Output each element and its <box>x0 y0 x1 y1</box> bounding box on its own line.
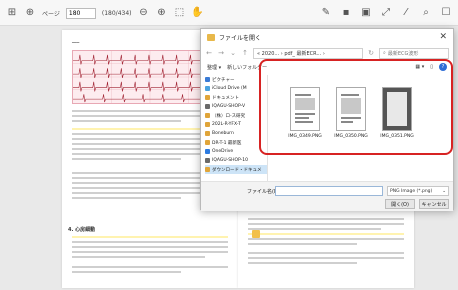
zoom-out-icon[interactable]: ⊖ <box>138 7 150 19</box>
back-icon[interactable]: ← <box>205 49 213 57</box>
nav-item-2[interactable]: ドキュメント <box>205 93 267 102</box>
right-text-block-1 <box>248 218 404 248</box>
dialog-title-bar: ファイルを開く <box>201 29 453 45</box>
organize-menu[interactable]: 整理 ▾ <box>207 64 221 71</box>
target-icon[interactable]: ⊕ <box>24 7 36 19</box>
search-box[interactable]: ⌕ 最新ECG波形 <box>379 47 449 59</box>
onedrive-icon <box>205 149 210 154</box>
close-icon[interactable]: ✕ <box>439 32 447 42</box>
fit-page-icon[interactable]: ⬚ <box>174 7 186 19</box>
toolbar-right: ✎ ▪ ▣ ⤢ ⁄ ⌕ ☐ <box>320 7 452 19</box>
nav-item-0[interactable]: ピクチャー <box>205 75 267 84</box>
page-label: ページ <box>42 10 60 18</box>
filetype-select[interactable]: PNG Image (*.png) ⌄ <box>387 186 449 196</box>
folder-icon <box>205 122 210 127</box>
nav-item-4[interactable]: （株）ロ-ス研究 <box>205 111 267 120</box>
page-number-input[interactable] <box>65 7 96 19</box>
forward-icon[interactable]: → <box>217 49 225 57</box>
expand-icon[interactable]: ⤢ <box>380 7 392 19</box>
file-open-dialog: ファイルを開く ✕ ← → ⌄ ↑ « 2020... › pdf_ 最新ECR… <box>200 28 454 211</box>
nav-item-6[interactable]: Boneburn <box>205 129 267 138</box>
nav-item-10[interactable]: ダウンロード・ドキュメ <box>205 165 267 174</box>
save-icon[interactable]: ▪ <box>340 7 352 19</box>
note-marker <box>252 230 260 238</box>
up-icon[interactable]: ↑ <box>241 49 249 57</box>
section-heading: 4. 心房細動 <box>68 227 96 233</box>
filename-input[interactable] <box>275 186 383 196</box>
page-header: ━━━ <box>72 40 80 45</box>
body-text-block-4 <box>72 236 228 261</box>
refresh-icon[interactable]: ↻ <box>367 49 375 57</box>
address-bar[interactable]: « 2020... › pdf_ 最新ECR... › <box>253 47 363 59</box>
folder-icon <box>207 33 215 41</box>
pictures-icon <box>205 77 210 82</box>
window-icon[interactable]: ☐ <box>440 7 452 19</box>
nav-item-7[interactable]: DR-T-1 最新医 <box>205 138 267 147</box>
folder-icon <box>205 95 210 100</box>
pen-icon[interactable]: ✎ <box>320 7 332 19</box>
drive-icon <box>205 104 210 109</box>
hand-icon[interactable]: ✋ <box>191 7 203 19</box>
folder-icon <box>205 131 210 136</box>
viewer-toolbar: ⊞ ⊕ ページ (180/434) ⊖ ⊕ ⬚ ✋ ✎ ▪ ▣ ⤢ ⁄ ⌕ ☐ <box>0 0 458 26</box>
cancel-button[interactable]: キャンセル <box>419 199 449 209</box>
zoom-in-icon[interactable]: ⊕ <box>156 7 168 19</box>
highlight-outline <box>259 59 453 155</box>
nav-item-5[interactable]: 202L-R-YFX-T <box>205 120 267 129</box>
search-icon[interactable]: ⌕ <box>420 7 432 19</box>
dialog-footer: ファイル名(N): PNG Image (*.png) ⌄ 開く(O) キャンセ… <box>201 181 453 211</box>
folder-icon <box>205 167 210 172</box>
nav-item-8[interactable]: OneDrive <box>205 147 267 156</box>
open-button[interactable]: 開く(O) <box>385 199 415 209</box>
nav-item-3[interactable]: IQAGU-SHOP-V <box>205 102 267 111</box>
folder-icon <box>205 140 210 145</box>
filetype-value: PNG Image (*.png) <box>390 188 433 194</box>
image-icon[interactable]: ▣ <box>360 7 372 19</box>
search-icon: ⌕ <box>383 50 386 56</box>
nav-item-9[interactable]: IQAGU-SHOP-10 <box>205 156 267 165</box>
cloud-icon <box>205 86 210 91</box>
nav-item-1[interactable]: iCloud Drive (M <box>205 84 267 93</box>
stylus-icon[interactable]: ⁄ <box>400 7 412 19</box>
grid-icon[interactable]: ⊞ <box>6 7 18 19</box>
address-path: « 2020... › pdf_ 最新ECR... › <box>257 50 325 57</box>
folder-icon <box>205 113 210 118</box>
page-total: (180/434) <box>101 9 132 17</box>
search-placeholder: 最新ECG波形 <box>387 50 419 57</box>
navigation-pane: ピクチャー iCloud Drive (M ドキュメント IQAGU-SHOP-… <box>205 75 267 181</box>
toolbar-left: ⊞ ⊕ ページ (180/434) ⊖ ⊕ ⬚ ✋ <box>6 7 204 19</box>
drive-icon <box>205 158 210 163</box>
chevron-down-icon: ⌄ <box>442 188 446 194</box>
recent-icon[interactable]: ⌄ <box>229 49 237 57</box>
right-text-block-2 <box>248 252 404 267</box>
dialog-title: ファイルを開く <box>219 34 262 42</box>
body-text-block-5 <box>72 266 228 276</box>
